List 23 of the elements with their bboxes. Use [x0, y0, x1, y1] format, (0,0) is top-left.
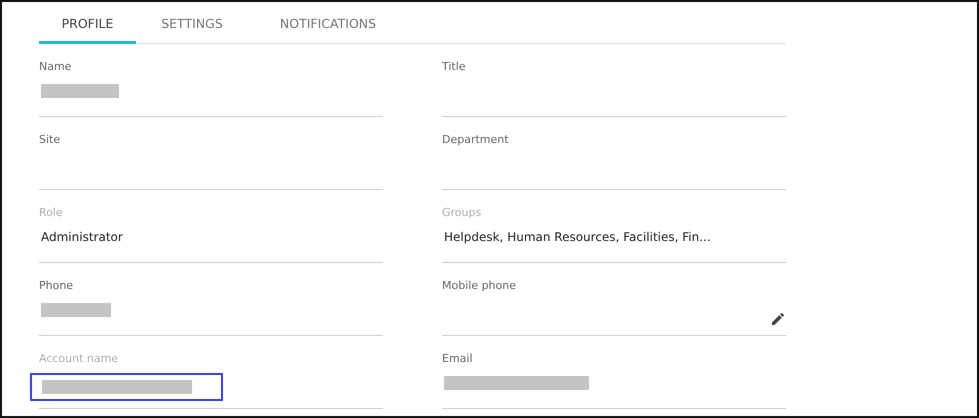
field-label: Mobile phone	[442, 279, 516, 292]
field-label: Department	[442, 133, 509, 146]
field-value: Administrator	[41, 230, 123, 244]
edit-icon[interactable]	[770, 311, 786, 327]
form-field[interactable]: Title	[442, 44, 786, 117]
form-field[interactable]: Email	[442, 336, 786, 409]
tab[interactable]: PROFILE	[39, 10, 136, 44]
field-label: Phone	[39, 279, 74, 292]
field-label: Name	[39, 60, 72, 73]
form-field[interactable]: Site	[39, 117, 383, 190]
form-field[interactable]: Department	[442, 117, 786, 190]
tab[interactable]: NOTIFICATIONS	[248, 10, 408, 44]
form-field[interactable]: Mobile phone	[442, 263, 786, 336]
field-label: Site	[39, 133, 60, 146]
field-label: Email	[442, 352, 473, 365]
field-label: Groups	[442, 206, 482, 219]
field-label: Account name	[39, 352, 118, 365]
field-label: Role	[39, 206, 63, 219]
form-field[interactable]: Name	[39, 44, 383, 117]
field-value: Helpdesk, Human Resources, Facilities, Fin...	[444, 230, 711, 244]
tab[interactable]: SETTINGS	[136, 10, 248, 44]
form-field[interactable]: Phone	[39, 263, 383, 336]
field-label: Title	[442, 60, 466, 73]
